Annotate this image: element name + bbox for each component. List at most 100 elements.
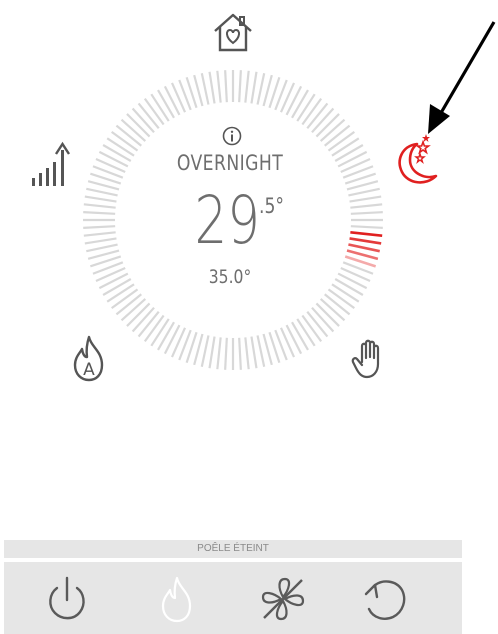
- dial-tick: [102, 278, 132, 296]
- dial-tick: [115, 124, 142, 147]
- reset-icon: [364, 580, 406, 620]
- dial-tick: [86, 243, 118, 253]
- dial-tick: [86, 187, 118, 197]
- dial-tick: [348, 243, 380, 253]
- power-button[interactable]: [42, 574, 92, 624]
- bottom-toolbar: [4, 562, 462, 634]
- current-temperature: 29: [194, 182, 260, 259]
- dial-tick: [208, 336, 216, 369]
- dial-tick: [296, 318, 316, 347]
- reset-button[interactable]: [360, 574, 410, 624]
- dial-tick: [238, 337, 242, 370]
- dial-tick: [83, 231, 116, 237]
- dial-tick: [334, 278, 364, 296]
- dial-tick: [102, 144, 132, 162]
- dial-tick: [315, 113, 340, 138]
- thermostat-screen: A OVERNIGHT 29 .5° 35.0° POÊLE ÉTEINT: [0, 0, 498, 634]
- dial-tick: [301, 98, 323, 126]
- dial-tick: [296, 93, 316, 122]
- dial-tick: [348, 187, 380, 197]
- moon-stars-icon[interactable]: [390, 134, 444, 192]
- dial-tick: [250, 336, 258, 369]
- dial-tick: [143, 314, 165, 342]
- dial-tick: [126, 302, 151, 327]
- mode-label: OVERNIGHT: [176, 151, 284, 175]
- dial-tick: [324, 124, 351, 147]
- dial-tick: [256, 73, 266, 105]
- dial-tick: [150, 93, 170, 122]
- dial-tick: [331, 137, 360, 157]
- dial-tick: [306, 311, 329, 338]
- dial-tick: [350, 203, 383, 209]
- dial-tick: [319, 118, 346, 142]
- dial-tick: [111, 288, 139, 310]
- dial-tick: [291, 89, 309, 119]
- dial-tick: [131, 107, 155, 134]
- hand-icon[interactable]: [351, 338, 391, 380]
- setpoint-temperature: 35.0°: [208, 266, 252, 288]
- status-label: POÊLE ÉTEINT: [197, 543, 269, 554]
- signal-strength-icon: [32, 141, 71, 186]
- dial-tick: [200, 335, 210, 367]
- dial-tick: [150, 318, 170, 347]
- dial-tick: [120, 298, 147, 322]
- dial-tick: [337, 272, 368, 290]
- dial-tick: [157, 89, 175, 119]
- house-heart-icon[interactable]: [210, 10, 256, 56]
- dial-tick: [111, 130, 139, 152]
- dial-tick: [315, 302, 340, 327]
- dial-tick: [120, 118, 147, 142]
- dial-tick: [301, 314, 323, 342]
- dial-tick: [327, 288, 355, 310]
- dial-tick: [83, 225, 116, 229]
- dial-tick: [137, 311, 160, 338]
- pointer-arrow: [428, 21, 496, 134]
- fan-off-icon: [261, 577, 305, 621]
- dial-tick: [224, 70, 228, 103]
- dial-tick: [83, 203, 116, 209]
- dial-tick: [83, 211, 116, 215]
- info-icon[interactable]: [222, 126, 242, 146]
- dial-tick: [137, 102, 160, 129]
- dial-tick: [324, 293, 351, 316]
- dial-tick: [306, 102, 329, 129]
- dial-tick: [224, 337, 228, 370]
- dial-tick: [319, 298, 346, 322]
- dial-tick: [84, 237, 117, 245]
- dial-tick: [216, 337, 222, 370]
- dial-tick: [238, 70, 242, 103]
- dial-tick: [349, 237, 382, 245]
- dial-tick: [106, 283, 135, 303]
- dial-tick: [98, 150, 129, 168]
- dial-tick: [143, 98, 165, 126]
- dial-tick: [200, 73, 210, 105]
- dial-tick: [106, 137, 135, 157]
- dial-tick: [250, 71, 258, 104]
- dial-tick: [285, 85, 303, 116]
- dial-tick: [350, 211, 383, 215]
- dial-tick: [208, 71, 216, 104]
- status-bar: POÊLE ÉTEINT: [4, 540, 462, 558]
- dial-tick: [216, 70, 222, 103]
- flame-button[interactable]: [152, 574, 202, 624]
- flame-auto-icon[interactable]: A: [68, 333, 110, 383]
- dial-tick: [157, 321, 175, 351]
- dial-tick: [337, 150, 368, 168]
- dial-tick: [84, 195, 117, 203]
- dial-tick: [126, 113, 151, 138]
- dial-tick: [327, 130, 355, 152]
- dial-tick: [244, 337, 250, 370]
- dial-tick: [331, 283, 360, 303]
- dial-tick: [131, 306, 155, 333]
- svg-text:A: A: [83, 360, 95, 380]
- fan-off-button[interactable]: [258, 574, 308, 624]
- dial-tick: [349, 195, 382, 203]
- dial-tick: [163, 85, 181, 116]
- dial-tick: [334, 144, 364, 162]
- dial-tick: [244, 70, 250, 103]
- dial-tick: [311, 306, 335, 333]
- current-temperature-fraction: .5°: [259, 194, 285, 218]
- dial-tick: [291, 321, 309, 351]
- dial-tick: [350, 231, 383, 237]
- dial-tick: [115, 293, 142, 316]
